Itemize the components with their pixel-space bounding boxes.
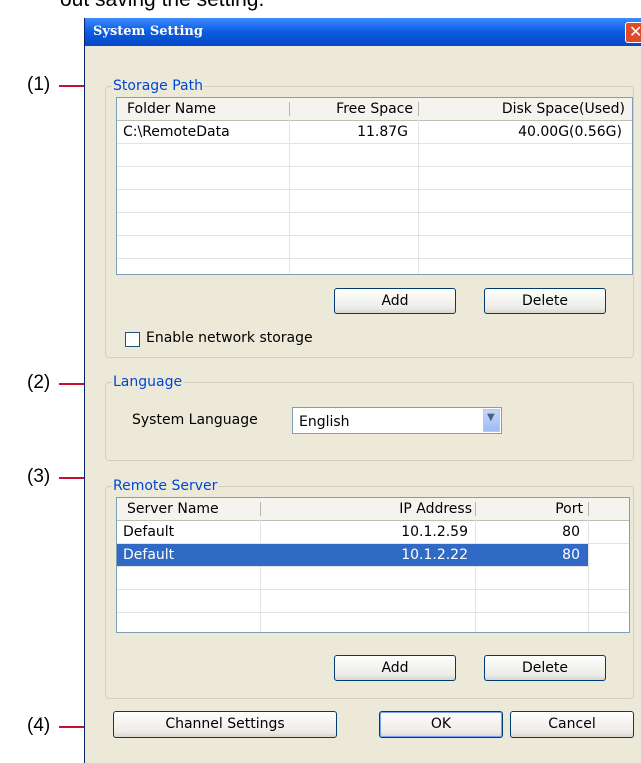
- channel-settings-button[interactable]: Channel Settings: [113, 711, 337, 738]
- column-separator: [588, 502, 589, 516]
- column-separator: [475, 502, 476, 516]
- empty-row: [117, 144, 632, 167]
- column-disk-space[interactable]: Disk Space(Used): [420, 98, 625, 120]
- storage-path-list-header: Folder Name Free Space Disk Space(Used): [117, 98, 632, 121]
- system-language-select[interactable]: English ▼: [292, 407, 502, 434]
- language-legend: Language: [112, 374, 184, 390]
- table-row[interactable]: C:\RemoteData 11.87G 40.00G(0.56G): [117, 121, 632, 144]
- window-title: System Setting: [93, 24, 203, 39]
- ip-address-cell: 10.1.2.22: [401, 547, 468, 563]
- chevron-down-icon: ▼: [487, 412, 495, 423]
- column-separator: [260, 502, 261, 516]
- storage-delete-button[interactable]: Delete: [484, 288, 606, 314]
- enable-network-storage-label[interactable]: Enable network storage: [146, 330, 313, 346]
- empty-row: [117, 236, 632, 259]
- empty-row: [117, 190, 632, 213]
- column-server-name[interactable]: Server Name: [127, 498, 219, 520]
- document-caption-text: out saving the setting.: [60, 0, 264, 12]
- column-ip-address[interactable]: IP Address: [262, 498, 472, 520]
- storage-path-list[interactable]: Folder Name Free Space Disk Space(Used) …: [116, 97, 633, 275]
- remote-server-list-header: Server Name IP Address Port: [117, 498, 629, 521]
- column-free-space[interactable]: Free Space: [291, 98, 413, 120]
- storage-path-legend: Storage Path: [112, 78, 204, 94]
- empty-row: [117, 590, 629, 613]
- port-cell: 80: [562, 547, 580, 563]
- free-space-cell: 11.87G: [357, 124, 408, 140]
- remote-server-legend: Remote Server: [112, 478, 219, 494]
- system-setting-window: System Setting ✕ Storage Path Folder Nam…: [84, 18, 641, 763]
- callout-1: (1): [27, 74, 51, 95]
- close-icon: ✕: [629, 22, 641, 41]
- server-name-cell: Default: [123, 524, 175, 540]
- system-language-label: System Language: [132, 412, 258, 428]
- empty-row: [117, 567, 629, 590]
- server-name-cell: Default: [123, 547, 175, 563]
- disk-space-cell: 40.00G(0.56G): [518, 124, 622, 140]
- callout-4: (4): [27, 715, 51, 736]
- ok-button[interactable]: OK: [379, 711, 503, 738]
- empty-row: [117, 213, 632, 236]
- server-add-button[interactable]: Add: [334, 655, 456, 681]
- title-bar[interactable]: System Setting ✕: [85, 18, 641, 46]
- port-cell: 80: [562, 524, 580, 540]
- callout-2: (2): [27, 372, 51, 393]
- system-language-value: English: [299, 414, 350, 430]
- column-separator: [289, 102, 290, 116]
- callout-3: (3): [27, 466, 51, 487]
- storage-path-group: Storage Path Folder Name Free Space Disk…: [105, 78, 634, 358]
- remote-server-group: Remote Server Server Name IP Address Por…: [105, 478, 634, 699]
- language-group: Language System Language English ▼: [105, 374, 634, 461]
- table-row-selected[interactable]: Default 10.1.2.22 80: [117, 544, 588, 567]
- remote-server-list[interactable]: Server Name IP Address Port Default 10.1…: [116, 497, 630, 633]
- table-row[interactable]: Default 10.1.2.59 80: [117, 521, 629, 544]
- cancel-button[interactable]: Cancel: [510, 711, 634, 738]
- storage-add-button[interactable]: Add: [334, 288, 456, 314]
- ip-address-cell: 10.1.2.59: [401, 524, 468, 540]
- column-port[interactable]: Port: [477, 498, 583, 520]
- column-separator: [418, 102, 419, 116]
- enable-network-storage-checkbox[interactable]: [125, 332, 140, 347]
- empty-row: [117, 167, 632, 190]
- folder-name-cell: C:\RemoteData: [123, 124, 230, 140]
- column-folder-name[interactable]: Folder Name: [127, 98, 216, 120]
- close-button[interactable]: ✕: [625, 22, 641, 43]
- dropdown-button[interactable]: ▼: [483, 409, 500, 432]
- server-delete-button[interactable]: Delete: [484, 655, 606, 681]
